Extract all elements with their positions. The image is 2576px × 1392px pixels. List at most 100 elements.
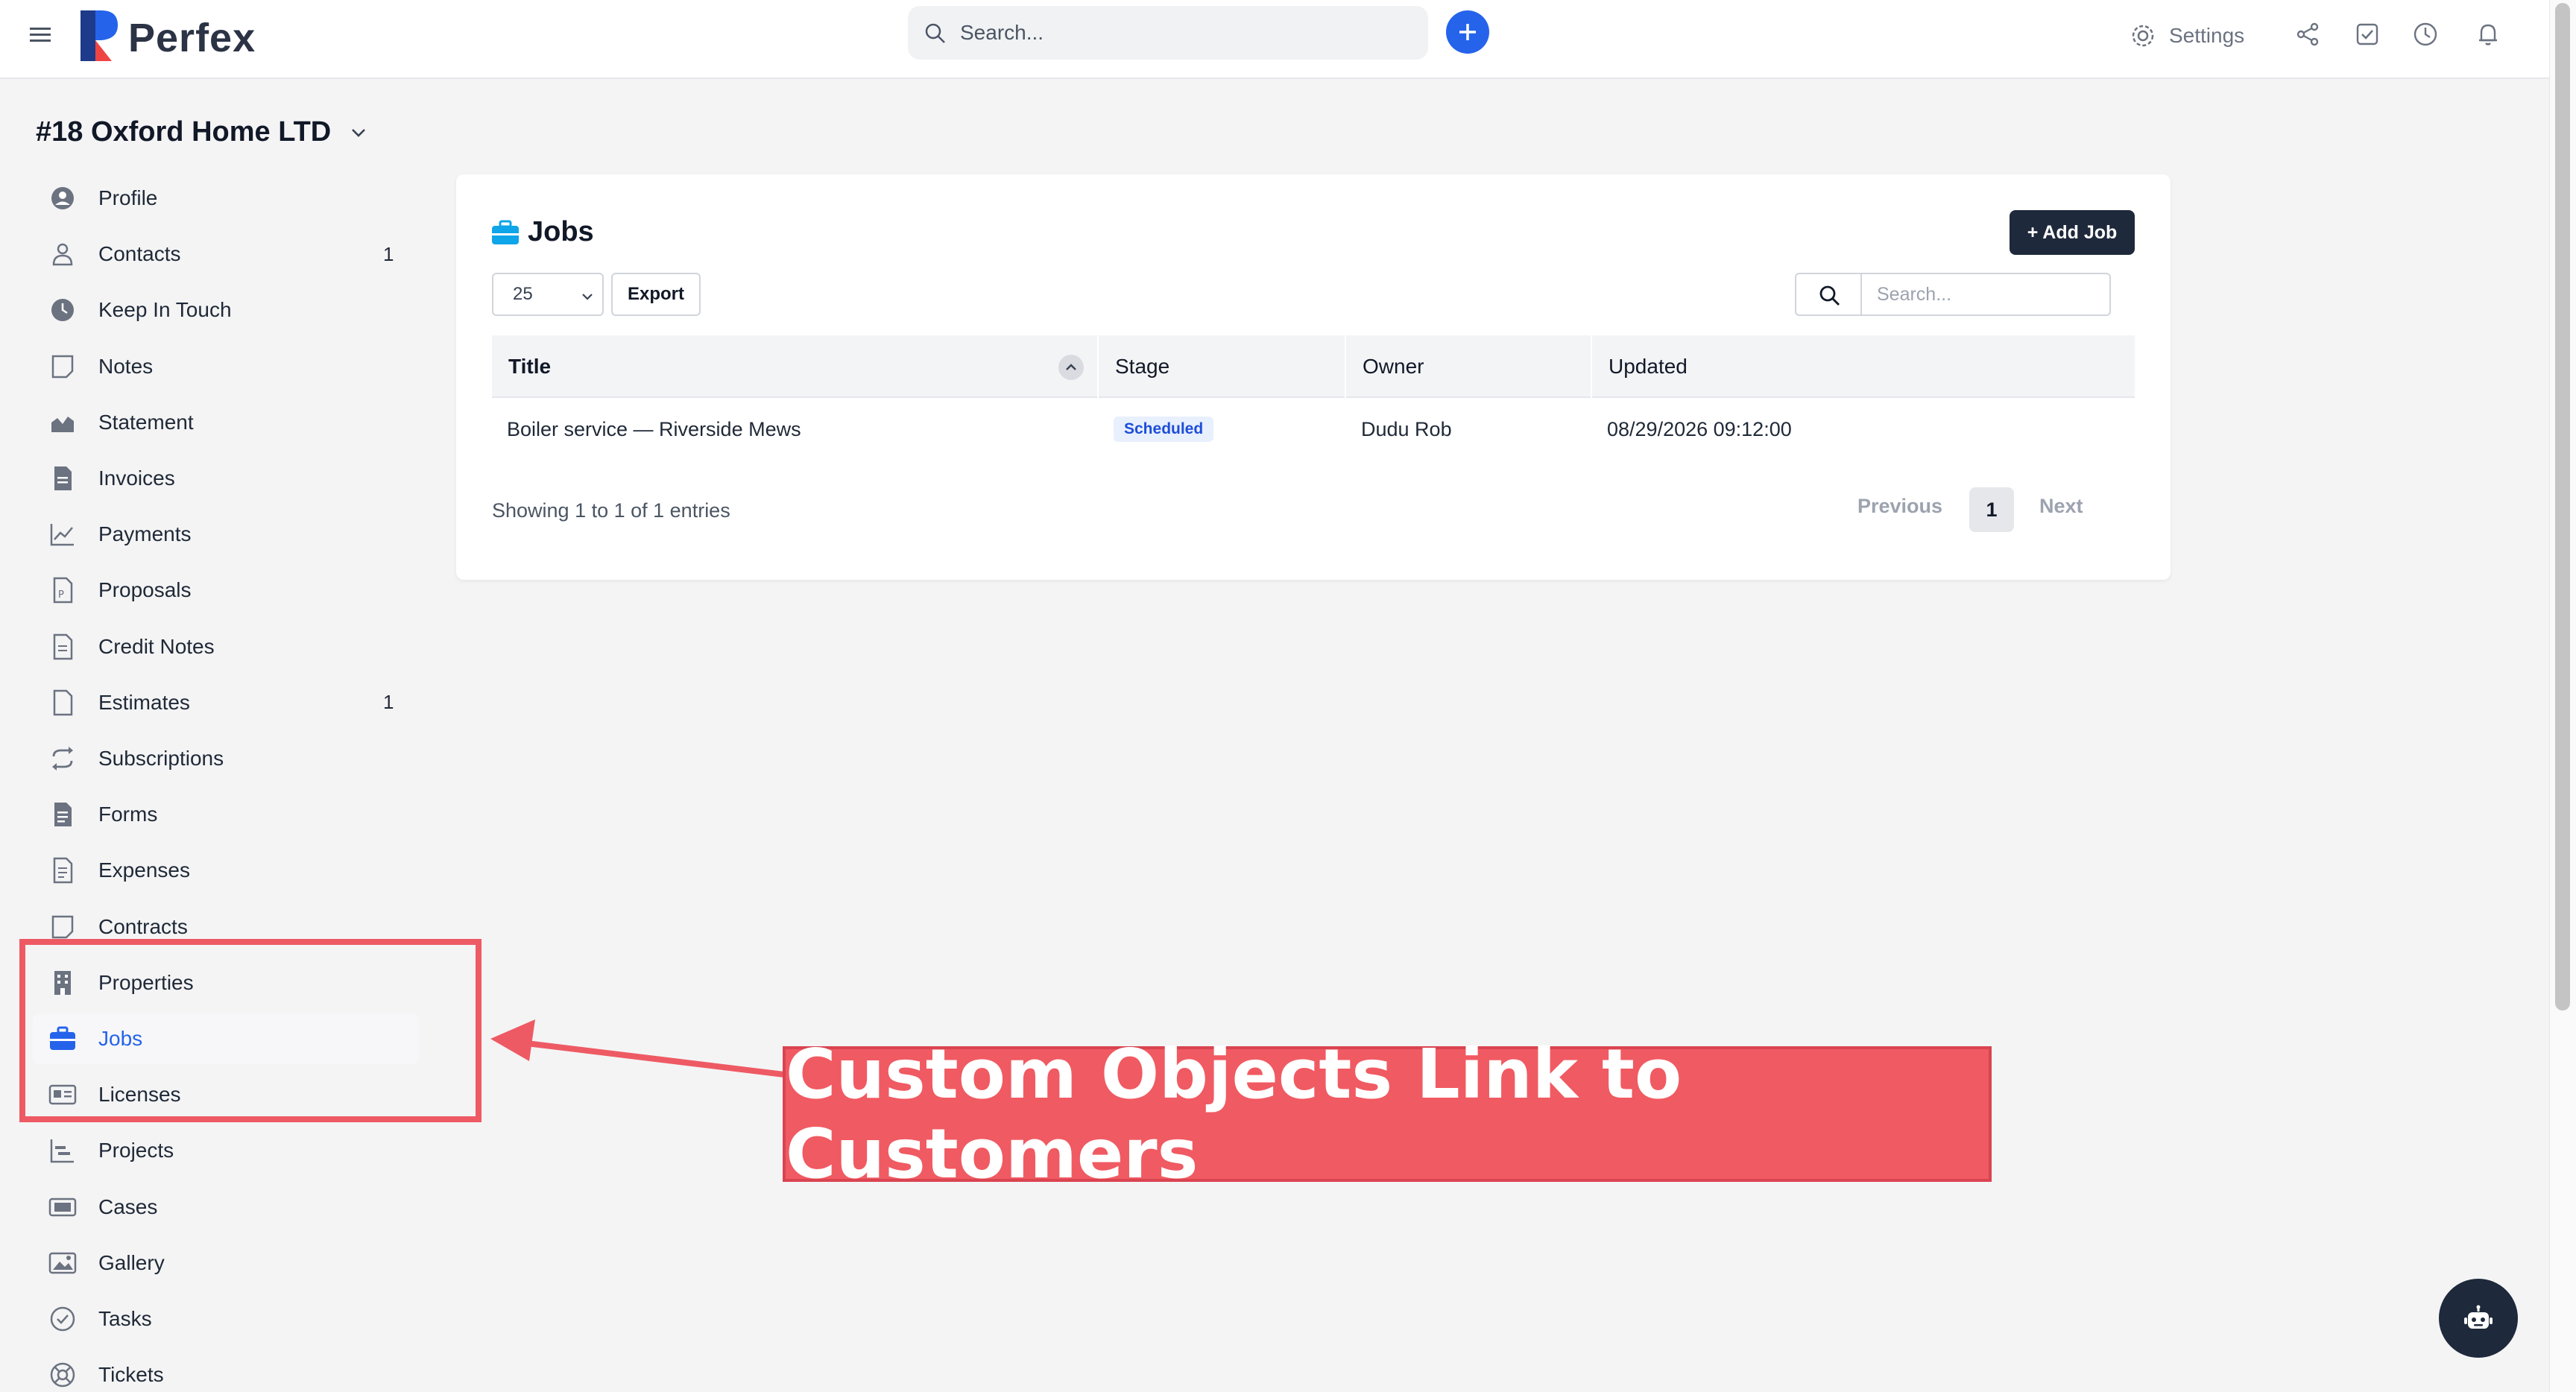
line-chart-icon — [48, 519, 78, 549]
page-size-value: 25 — [513, 284, 533, 304]
brand-name: Perfex — [128, 16, 256, 60]
customer-name: #18 Oxford Home LTD — [36, 116, 332, 148]
checkbox-icon[interactable] — [2354, 21, 2381, 48]
sidebar-item-profile[interactable]: Profile — [33, 173, 419, 224]
sidebar-item-credit-notes[interactable]: Credit Notes — [33, 621, 419, 672]
sidebar-item-label: Keep In Touch — [98, 298, 232, 322]
sidebar-item-label: Gallery — [98, 1250, 165, 1274]
table-info: Showing 1 to 1 of 1 entries — [492, 499, 730, 522]
sidebar-item-label: Statement — [98, 410, 194, 434]
bell-icon[interactable] — [2475, 21, 2501, 48]
job-title-cell[interactable]: Boiler service — Riverside Mews — [492, 398, 801, 461]
sidebar-item-invoices[interactable]: Invoices — [33, 453, 419, 504]
sidebar-item-projects[interactable]: Projects — [33, 1125, 419, 1176]
sidebar-item-proposals[interactable]: P Proposals — [33, 565, 419, 616]
sidebar-item-label: Tickets — [98, 1363, 164, 1387]
annotation-callout: Custom Objects Link to Customers — [783, 1034, 1992, 1194]
image-icon — [48, 1248, 78, 1278]
sidebar-item-gallery[interactable]: Gallery — [33, 1238, 419, 1288]
sidebar-item-label: Projects — [98, 1139, 174, 1162]
global-search-input[interactable] — [960, 6, 1407, 60]
sidebar-item-estimates[interactable]: Estimates 1 — [33, 677, 419, 728]
sidebar-item-label: Expenses — [98, 858, 190, 882]
page-size-select[interactable]: 25 — [492, 273, 604, 316]
column-header-stage[interactable]: Stage — [1099, 335, 1346, 398]
sidebar-item-cases[interactable]: Cases — [33, 1182, 419, 1233]
jobs-card: Jobs + Add Job 25 Export Title Stage Own… — [456, 174, 2171, 580]
page-scrollbar-thumb[interactable] — [2555, 3, 2570, 1010]
sort-ascending-icon[interactable] — [1058, 355, 1084, 380]
annotation-highlight-box — [19, 939, 482, 1122]
sidebar-item-tickets[interactable]: Tickets — [33, 1350, 419, 1392]
note-icon — [48, 352, 78, 382]
search-icon — [925, 23, 945, 43]
pagination-previous[interactable]: Previous — [1857, 495, 1942, 518]
job-updated-cell: 08/29/2026 09:12:00 — [1607, 417, 1792, 440]
repeat-icon — [48, 744, 78, 773]
sidebar-item-label: Profile — [98, 186, 158, 209]
export-button[interactable]: Export — [611, 273, 701, 316]
table-header: Title Stage Owner Updated — [492, 335, 2135, 398]
table-search-button[interactable] — [1795, 273, 1862, 316]
table-row[interactable]: Boiler service — Riverside Mews Schedule… — [492, 398, 2135, 461]
sidebar-item-expenses[interactable]: Expenses — [33, 845, 419, 896]
sidebar-item-count: 1 — [383, 242, 394, 265]
user-circle-icon — [48, 183, 78, 213]
lifebuoy-icon — [48, 1360, 78, 1390]
settings-link[interactable]: Settings — [2130, 18, 2244, 54]
sidebar-item-label: Estimates — [98, 690, 190, 714]
top-bar: Perfex Settings — [0, 0, 2549, 79]
table-search-input[interactable] — [1860, 273, 2111, 316]
sidebar-item-label: Cases — [98, 1195, 158, 1218]
document-icon — [48, 632, 78, 662]
chevron-down-icon — [352, 128, 366, 137]
check-circle-icon — [48, 1304, 78, 1334]
column-header-owner[interactable]: Owner — [1346, 335, 1592, 398]
sidebar-item-label: Contacts — [98, 242, 181, 266]
settings-label: Settings — [2169, 24, 2245, 47]
chatbot-button[interactable] — [2439, 1279, 2518, 1358]
hamburger-menu-icon[interactable] — [28, 22, 54, 48]
robot-icon — [2464, 1305, 2493, 1329]
sidebar-item-contacts[interactable]: Contacts 1 — [33, 229, 419, 279]
quick-create-button[interactable] — [1446, 10, 1489, 54]
svg-text:P: P — [58, 589, 64, 601]
sidebar-item-statement[interactable]: Statement — [33, 397, 419, 448]
sidebar-item-subscriptions[interactable]: Subscriptions — [33, 733, 419, 784]
clock-icon — [48, 295, 78, 325]
column-header-updated[interactable]: Updated — [1592, 335, 2135, 398]
sidebar-item-label: Payments — [98, 522, 192, 546]
global-search[interactable] — [908, 6, 1428, 60]
briefcase-icon — [492, 220, 519, 244]
file-outline-icon — [48, 688, 78, 718]
proposal-icon: P — [48, 575, 78, 605]
sidebar-item-label: Tasks — [98, 1307, 152, 1330]
ticket-icon — [48, 1192, 78, 1222]
sidebar-item-payments[interactable]: Payments — [33, 509, 419, 560]
sidebar-item-forms[interactable]: Forms — [33, 789, 419, 840]
contract-icon — [48, 912, 78, 942]
sidebar-item-label: Invoices — [98, 466, 175, 490]
column-header-title[interactable]: Title — [492, 335, 1099, 398]
sidebar-item-label: Subscriptions — [98, 747, 224, 770]
share-icon[interactable] — [2294, 21, 2321, 48]
perfex-logo-icon[interactable] — [79, 9, 119, 63]
sidebar-item-label: Proposals — [98, 578, 192, 602]
gear-icon — [2132, 25, 2154, 47]
status-badge: Scheduled — [1114, 417, 1214, 442]
sidebar-item-keep-in-touch[interactable]: Keep In Touch — [33, 285, 419, 335]
pagination-page-1[interactable]: 1 — [1969, 487, 2014, 532]
area-chart-icon — [48, 408, 78, 437]
chevron-down-icon — [582, 294, 593, 300]
job-stage-cell: Scheduled — [1099, 398, 1214, 461]
jobs-heading: Jobs — [490, 216, 594, 248]
clock-icon[interactable] — [2412, 21, 2439, 48]
user-icon — [48, 239, 78, 269]
sidebar-item-notes[interactable]: Notes — [33, 341, 419, 392]
pagination-next[interactable]: Next — [2039, 495, 2083, 518]
add-job-button[interactable]: + Add Job — [2010, 210, 2135, 255]
customer-switcher[interactable]: #18 Oxford Home LTD — [36, 116, 368, 148]
sidebar-item-tasks[interactable]: Tasks — [33, 1294, 419, 1344]
form-icon — [48, 800, 78, 829]
annotation-arrow-icon — [490, 1019, 785, 1078]
